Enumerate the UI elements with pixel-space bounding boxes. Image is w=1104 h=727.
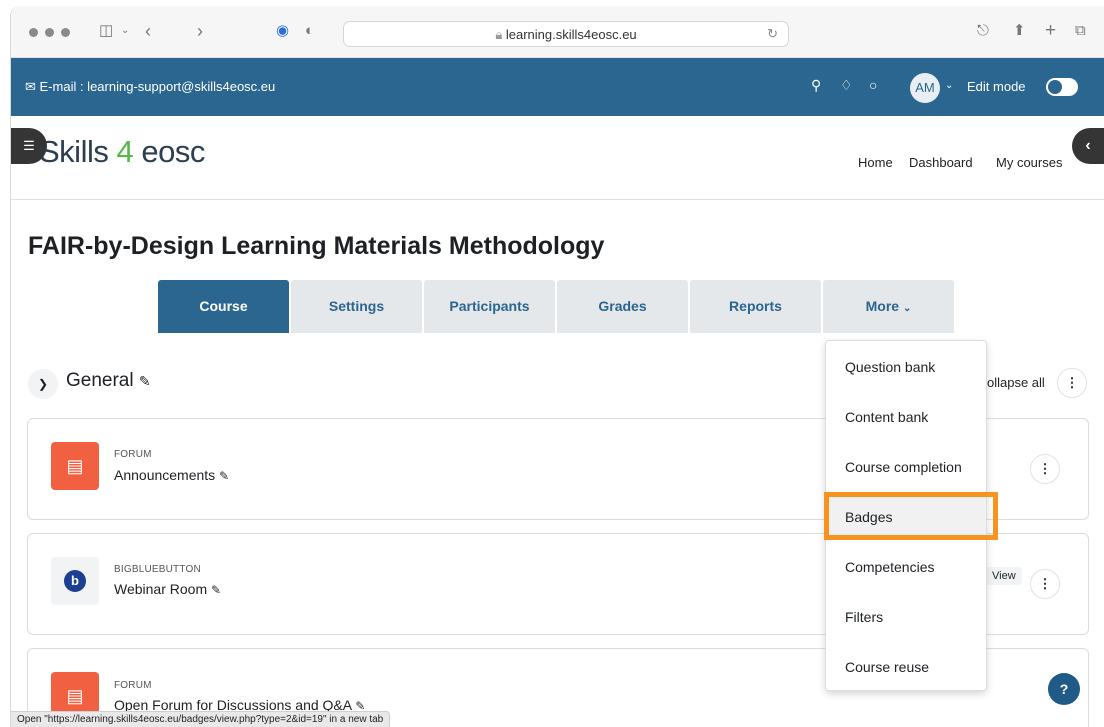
activity-name-text: Webinar Room: [114, 581, 208, 597]
highlight-box: [824, 492, 998, 540]
address-bar[interactable]: 🔒︎ learning.skills4eosc.eu ↻: [343, 21, 789, 47]
status-bar: Open "https://learning.skills4eosc.eu/ba…: [11, 711, 391, 727]
open-block-drawer-button[interactable]: ‹: [1072, 128, 1104, 164]
browser-toolbar: ◫ ⌄ ‹ › ◉ ◐ 🔒︎ learning.skills4eosc.eu ↻…: [11, 6, 1104, 58]
avatar[interactable]: AM: [910, 73, 940, 103]
nav-dashboard[interactable]: Dashboard: [909, 155, 973, 170]
tabs-icon[interactable]: ⧉: [1075, 21, 1086, 41]
edit-pencil-icon[interactable]: ✎: [139, 373, 151, 389]
zoom-window-icon[interactable]: [61, 28, 70, 37]
share-icon[interactable]: ⬆: [1013, 21, 1026, 41]
chevron-left-icon: ‹: [1085, 137, 1091, 154]
site-header: Skills 4 eosc Home Dashboard My courses: [11, 116, 1104, 200]
new-tab-icon[interactable]: +: [1045, 21, 1056, 41]
edit-pencil-icon[interactable]: ✎: [219, 469, 229, 483]
page-title: FAIR-by-Design Learning Materials Method…: [28, 232, 605, 260]
forward-icon[interactable]: ›: [197, 21, 203, 41]
sidebar-icon[interactable]: ◫: [99, 21, 113, 41]
privacy-icon[interactable]: ◐: [305, 21, 314, 41]
url-text: 🔒︎ learning.skills4eosc.eu: [344, 27, 788, 43]
section-actions-menu-icon[interactable]: ⋮: [1057, 368, 1087, 398]
url-value: learning.skills4eosc.eu: [505, 27, 637, 42]
collapse-all-link[interactable]: ollapse all: [987, 375, 1045, 390]
chat-icon[interactable]: ○: [869, 77, 877, 93]
menu-item-filters[interactable]: Filters: [826, 595, 986, 639]
activity-actions-menu-icon[interactable]: ⋮: [1030, 569, 1060, 599]
logo-number: 4: [116, 134, 134, 169]
support-email-text: E-mail : learning-support@skills4eosc.eu: [39, 79, 276, 94]
nav-home[interactable]: Home: [858, 155, 893, 170]
chevron-down-icon[interactable]: ⌄: [945, 80, 953, 91]
activity-name-text: Announcements: [114, 467, 216, 483]
tab-reports[interactable]: Reports: [690, 280, 821, 333]
bell-icon[interactable]: ♢: [840, 77, 853, 94]
browser-window: ◫ ⌄ ‹ › ◉ ◐ 🔒︎ learning.skills4eosc.eu ↻…: [10, 6, 1104, 727]
chevron-down-icon: ⌄: [902, 303, 912, 314]
activity-name[interactable]: Announcements ✎: [114, 467, 229, 483]
menu-item-course-reuse[interactable]: Course reuse: [826, 645, 986, 689]
menu-item-question-bank[interactable]: Question bank: [826, 345, 986, 389]
section-title-text: General: [66, 370, 134, 391]
chevron-down-icon[interactable]: ⌄: [121, 21, 129, 41]
tab-grades[interactable]: Grades: [557, 280, 688, 333]
lock-icon: 🔒︎: [495, 27, 506, 42]
menu-item-course-completion[interactable]: Course completion: [826, 445, 986, 489]
top-navbar: ✉︎ E-mail : learning-support@skills4eosc…: [11, 58, 1104, 116]
tab-course[interactable]: Course: [158, 280, 289, 333]
activity-type: BIGBLUEBUTTON: [114, 564, 201, 575]
menu-item-content-bank[interactable]: Content bank: [826, 395, 986, 439]
shield-icon[interactable]: ◉: [276, 21, 289, 41]
open-course-index-button[interactable]: ☰: [11, 128, 47, 164]
tab-more[interactable]: More ⌄: [823, 280, 954, 333]
logo-word: Skills: [39, 134, 109, 169]
search-icon[interactable]: ⚲: [811, 77, 821, 94]
reload-icon[interactable]: ↻: [767, 26, 778, 42]
edit-mode-toggle[interactable]: [1046, 78, 1078, 96]
help-button[interactable]: ?: [1048, 673, 1080, 705]
logo-tail: eosc: [141, 134, 205, 169]
close-window-icon[interactable]: [29, 28, 38, 37]
edit-pencil-icon[interactable]: ✎: [211, 583, 221, 597]
activity-type: FORUM: [114, 449, 152, 460]
activity-name[interactable]: Webinar Room ✎: [114, 581, 221, 597]
site-logo[interactable]: Skills 4 eosc: [39, 134, 205, 170]
collapse-section-button[interactable]: ❯: [28, 369, 58, 399]
mail-icon: ✉︎: [25, 79, 40, 94]
activity-type: FORUM: [114, 680, 152, 691]
bigbluebutton-logo-icon: b: [64, 570, 86, 592]
view-button[interactable]: View: [986, 567, 1022, 585]
bigbluebutton-icon: b: [51, 557, 99, 605]
download-icon[interactable]: ⎋: [977, 21, 989, 41]
chevron-down-icon: ❯: [37, 377, 49, 391]
minimize-window-icon[interactable]: [45, 28, 54, 37]
tab-settings[interactable]: Settings: [291, 280, 422, 333]
activity-actions-menu-icon[interactable]: ⋮: [1030, 454, 1060, 484]
back-icon[interactable]: ‹: [145, 21, 151, 41]
forum-icon: ▤: [51, 442, 99, 490]
list-icon: ☰: [23, 138, 35, 153]
support-email[interactable]: ✉︎ E-mail : learning-support@skills4eosc…: [25, 79, 275, 95]
nav-my-courses[interactable]: My courses: [996, 155, 1062, 170]
tab-more-label: More: [865, 298, 900, 314]
edit-mode-label: Edit mode: [967, 79, 1026, 94]
menu-item-competencies[interactable]: Competencies: [826, 545, 986, 589]
section-title: General ✎: [66, 370, 151, 392]
tab-participants[interactable]: Participants: [424, 280, 555, 333]
